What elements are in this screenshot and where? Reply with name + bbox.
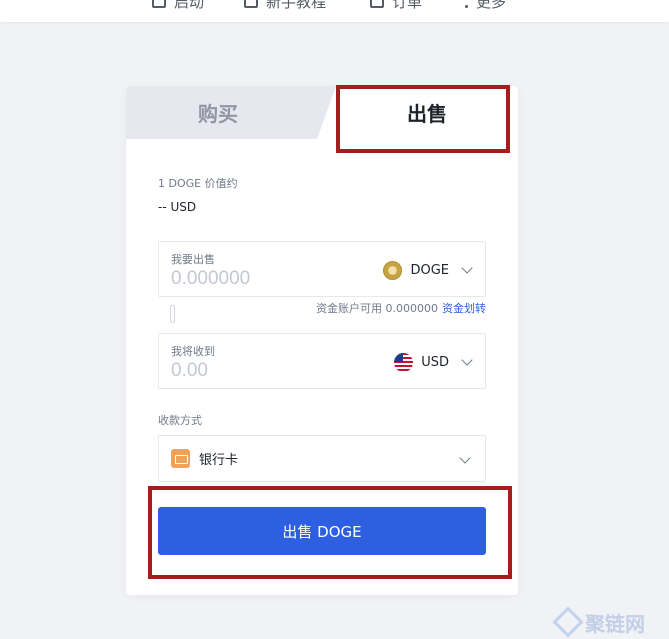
rocket-icon — [152, 0, 166, 8]
trade-card: 购买 出售 1 DOGE 价值约 -- USD 我要出售 DOGE 资金账户可用… — [126, 86, 518, 595]
book-icon — [244, 0, 258, 8]
available-balance-text: 资金账户可用 0.000000 — [316, 302, 438, 315]
transfer-link[interactable]: 资金划转 — [442, 300, 486, 316]
chevron-down-icon — [461, 262, 473, 274]
nav-label-tutorial: 新手教程 — [266, 0, 327, 11]
nav-item-more[interactable]: 更多 — [464, 0, 506, 14]
order-icon — [370, 0, 384, 8]
receive-amount-label: 我将收到 — [171, 345, 215, 358]
available-balance: 资金账户可用 0.000000 资金划转 — [316, 300, 486, 316]
sell-amount-label: 我要出售 — [171, 253, 215, 266]
sell-amount-input[interactable] — [171, 268, 351, 290]
payment-method-select[interactable]: 银行卡 — [158, 435, 486, 482]
top-navigation: 启动 新手教程 订单 更多 — [0, 0, 669, 22]
sell-asset-select[interactable]: DOGE — [383, 258, 475, 282]
us-flag-icon — [394, 352, 414, 372]
nav-item-orders[interactable]: 订单 — [370, 0, 422, 14]
sell-asset-label: DOGE — [410, 262, 449, 278]
nav-item-launch[interactable]: 启动 — [152, 0, 204, 14]
bank-card-icon — [171, 449, 190, 468]
nav-label-launch: 启动 — [174, 0, 205, 11]
more-icon — [464, 0, 468, 8]
price-label: 1 DOGE 价值约 — [158, 177, 238, 190]
price-value: -- USD — [158, 200, 197, 214]
nav-item-tutorial[interactable]: 新手教程 — [244, 0, 326, 14]
doge-coin-icon — [383, 260, 403, 280]
receive-asset-label: USD — [421, 354, 449, 370]
field-connector — [170, 305, 175, 323]
receive-amount-field: 我将收到 USD — [158, 333, 486, 389]
nav-label-more: 更多 — [476, 0, 507, 11]
tab-buy[interactable]: 购买 — [126, 86, 310, 139]
receive-asset-select[interactable]: USD — [394, 350, 475, 374]
nav-label-orders: 订单 — [392, 0, 423, 11]
sell-amount-field: 我要出售 DOGE — [158, 241, 486, 297]
chevron-down-icon — [461, 354, 473, 366]
payment-method-label: 收款方式 — [158, 414, 202, 427]
payment-method-value: 银行卡 — [199, 453, 239, 468]
watermark: 聚链网 — [549, 605, 669, 639]
chevron-down-icon — [459, 452, 471, 464]
tab-sell[interactable]: 出售 — [336, 86, 518, 139]
receive-amount-input[interactable] — [171, 360, 351, 382]
sell-doge-button[interactable]: 出售 DOGE — [158, 507, 486, 555]
watermark-logo-icon — [552, 606, 584, 638]
watermark-text: 聚链网 — [585, 611, 645, 636]
